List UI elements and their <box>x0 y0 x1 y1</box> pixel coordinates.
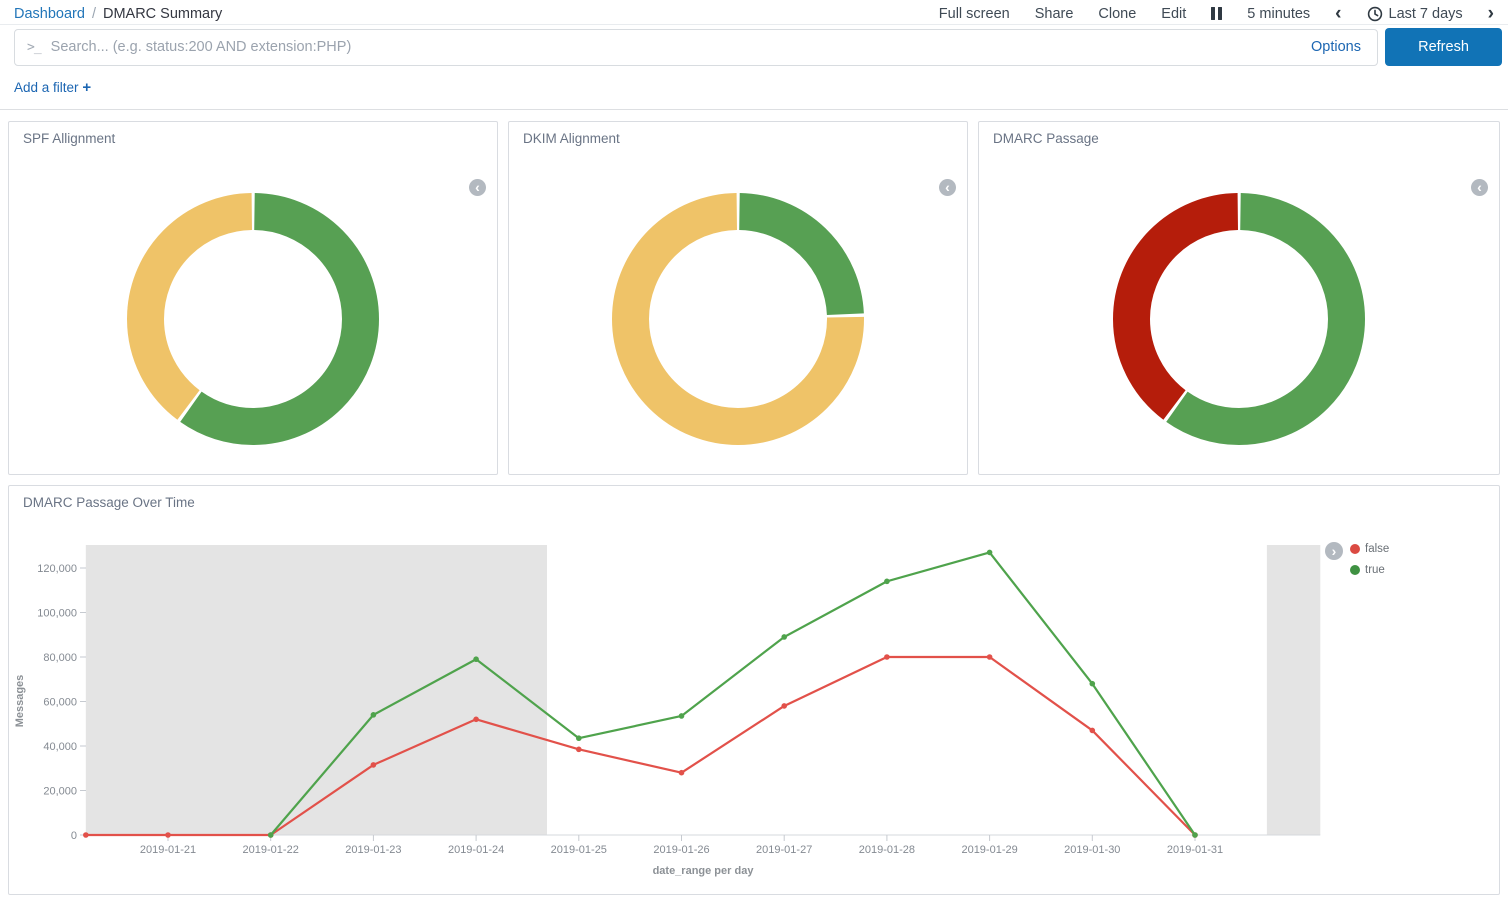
x-axis-title: date_range per day <box>653 865 755 877</box>
x-axis-tick-label: 2019-01-30 <box>1064 844 1120 856</box>
series-point-false[interactable] <box>576 747 582 753</box>
series-point-true[interactable] <box>987 550 993 556</box>
y-axis-tick-label: 20,000 <box>43 786 77 798</box>
dashboard-grid: SPF Allignment ‹ DKIM Alignment ‹ DMARC … <box>0 110 1508 898</box>
query-bar: >_ Options Refresh <box>0 25 1508 66</box>
series-point-false[interactable] <box>1090 728 1096 734</box>
search-input[interactable] <box>51 39 1301 55</box>
x-axis-tick-label: 2019-01-21 <box>140 844 196 856</box>
legend-dot-false <box>1350 544 1360 554</box>
panel-dkim-alignment: DKIM Alignment ‹ <box>508 121 968 475</box>
options-link[interactable]: Options <box>1311 39 1361 55</box>
x-axis-tick-label: 2019-01-27 <box>756 844 812 856</box>
time-range-shaded-band <box>1267 545 1320 835</box>
refresh-button[interactable]: Refresh <box>1385 28 1502 66</box>
time-range-forward-chevron-icon[interactable]: › <box>1488 7 1494 21</box>
pause-icon[interactable] <box>1211 7 1222 20</box>
panel-dmarc-passage-over-time: DMARC Passage Over Time 0 20,000 40,000 60,… <box>8 485 1500 895</box>
search-box[interactable]: >_ Options <box>14 29 1378 66</box>
legend-dot-true <box>1350 565 1360 575</box>
legend-item-true[interactable]: true <box>1350 564 1389 576</box>
x-axis-tick-label: 2019-01-26 <box>653 844 709 856</box>
panel-title: DMARC Passage <box>993 131 1099 146</box>
spf-alignment-donut-chart[interactable] <box>123 189 383 449</box>
refresh-interval-button[interactable]: 5 minutes <box>1247 6 1310 22</box>
plus-icon: + <box>82 79 91 96</box>
series-point-true[interactable] <box>576 735 582 741</box>
full-screen-button[interactable]: Full screen <box>939 6 1010 22</box>
time-range-shaded-band <box>86 545 547 835</box>
share-button[interactable]: Share <box>1035 6 1074 22</box>
series-point-false[interactable] <box>987 654 993 660</box>
breadcrumb-separator: / <box>92 6 96 22</box>
time-range-back-chevron-icon[interactable]: ‹ <box>1335 7 1341 21</box>
y-axis-tick-label: 40,000 <box>43 741 77 753</box>
legend-collapse-chevron-icon[interactable]: ‹ <box>939 179 956 196</box>
series-point-false[interactable] <box>371 762 377 768</box>
panel-dmarc-passage: DMARC Passage ‹ <box>978 121 1500 475</box>
legend-item-false[interactable]: false <box>1350 543 1389 555</box>
legend-expand-chevron-icon[interactable]: › <box>1325 542 1343 560</box>
x-axis-tick-label: 2019-01-31 <box>1167 844 1223 856</box>
series-point-true[interactable] <box>884 579 890 585</box>
legend-collapse-chevron-icon[interactable]: ‹ <box>469 179 486 196</box>
x-axis-tick-label: 2019-01-24 <box>448 844 504 856</box>
page-title: DMARC Summary <box>103 6 222 22</box>
edit-button[interactable]: Edit <box>1161 6 1186 22</box>
terminal-prompt-icon: >_ <box>27 40 41 55</box>
series-point-true[interactable] <box>473 656 479 662</box>
dmarc-passage-over-time-line-chart[interactable]: 0 20,000 40,000 60,000 80,000 100,000 120,000 2… <box>9 486 1499 890</box>
series-point-false[interactable] <box>473 717 479 723</box>
series-point-true[interactable] <box>679 713 685 719</box>
legend-collapse-chevron-icon[interactable]: ‹ <box>1471 179 1488 196</box>
x-axis-tick-label: 2019-01-22 <box>243 844 299 856</box>
series-point-true[interactable] <box>781 634 787 640</box>
breadcrumb-dashboard-link[interactable]: Dashboard <box>14 6 85 22</box>
panel-title: SPF Allignment <box>23 131 115 146</box>
series-point-false[interactable] <box>83 832 89 838</box>
x-axis-tick-label: 2019-01-25 <box>551 844 607 856</box>
time-range-label: Last 7 days <box>1389 6 1463 22</box>
series-point-true[interactable] <box>1192 832 1198 838</box>
dkim-alignment-donut-chart[interactable] <box>608 189 868 449</box>
y-axis-tick-label: 100,000 <box>37 608 77 620</box>
y-axis-tick-label: 80,000 <box>43 652 77 664</box>
toolbar: Full screen Share Clone Edit 5 minutes ‹… <box>939 6 1494 22</box>
panel-spf-alignment: SPF Allignment ‹ <box>8 121 498 475</box>
y-axis-tick-label: 120,000 <box>37 563 77 575</box>
timeseries-legend: › false true <box>1325 542 1389 576</box>
y-axis-tick-label: 0 <box>71 830 77 842</box>
add-filter-label: Add a filter <box>14 80 79 95</box>
x-axis-tick-label: 2019-01-29 <box>961 844 1017 856</box>
series-point-false[interactable] <box>884 654 890 660</box>
legend-label-true: true <box>1365 564 1385 576</box>
legend-label-false: false <box>1365 543 1389 555</box>
series-point-false[interactable] <box>165 832 171 838</box>
top-nav-bar: Dashboard / DMARC Summary Full screen Sh… <box>0 0 1508 25</box>
clone-button[interactable]: Clone <box>1098 6 1136 22</box>
panel-title: DMARC Passage Over Time <box>23 495 195 510</box>
add-filter-link[interactable]: Add a filter + <box>14 80 91 95</box>
dmarc-passage-donut-chart[interactable] <box>1109 189 1369 449</box>
panel-title: DKIM Alignment <box>523 131 620 146</box>
y-axis-title: Messages <box>14 675 26 728</box>
filter-bar: Add a filter + <box>0 66 1508 110</box>
series-point-true[interactable] <box>1090 681 1096 687</box>
x-axis-tick-label: 2019-01-28 <box>859 844 915 856</box>
legend-items: false true <box>1350 542 1389 576</box>
series-point-false[interactable] <box>781 703 787 709</box>
time-range-picker[interactable]: Last 7 days <box>1367 6 1463 22</box>
series-point-true[interactable] <box>268 832 274 838</box>
breadcrumb: Dashboard / DMARC Summary <box>14 6 222 22</box>
clock-icon <box>1367 6 1383 22</box>
x-axis-tick-label: 2019-01-23 <box>345 844 401 856</box>
y-axis-tick-label: 60,000 <box>43 697 77 709</box>
series-point-false[interactable] <box>679 770 685 776</box>
series-point-true[interactable] <box>371 712 377 718</box>
